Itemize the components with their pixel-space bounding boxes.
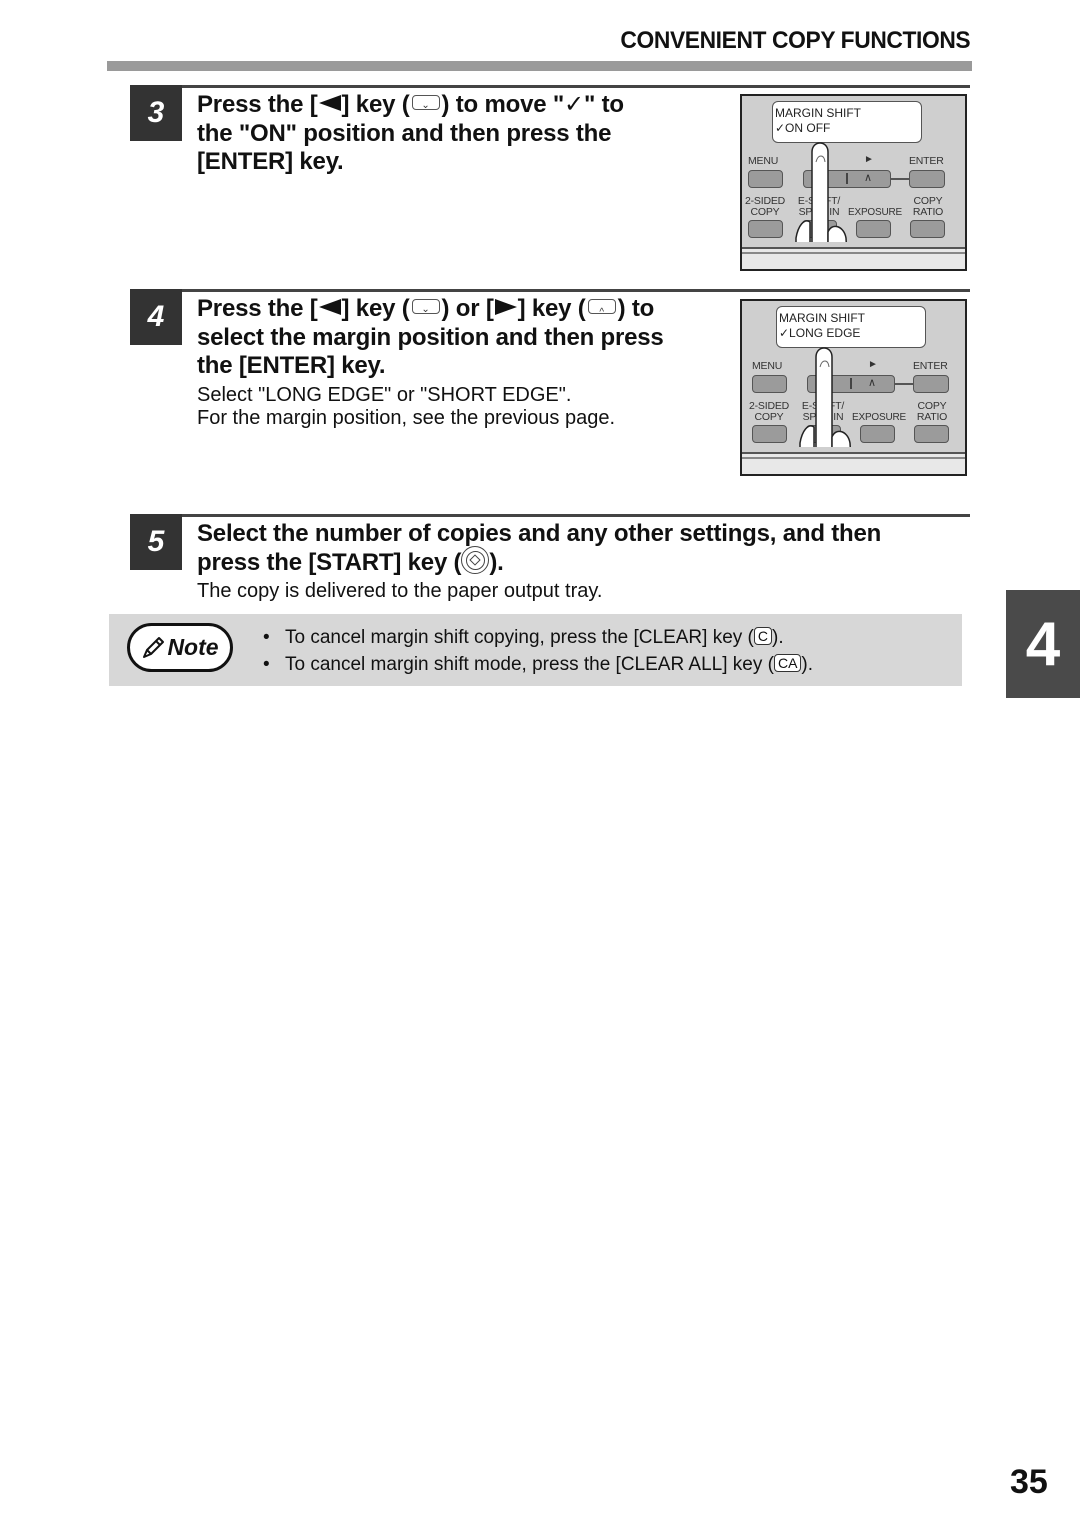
step-description: Select "LONG EDGE" or "SHORT EDGE". For … (197, 384, 616, 429)
two-sided-copy-label: 2-SIDED COPY (748, 400, 790, 423)
clear-all-key-icon: CA (773, 653, 802, 672)
step-heading: Select the number of copies and any othe… (197, 520, 882, 576)
copy-ratio-label: COPY RATIO (916, 400, 948, 423)
section-title: CONVENIENT COPY FUNCTIONS (620, 27, 970, 54)
two-sided-copy-label: 2-SIDED COPY (744, 195, 786, 218)
pencil-icon (143, 636, 165, 658)
step-number: 5 (130, 514, 182, 570)
chapter-tab: 4 (1006, 590, 1080, 698)
copy-ratio-button (910, 220, 945, 238)
menu-label: MENU (752, 360, 783, 372)
page-number: 35 (1010, 1463, 1048, 1501)
down-key-icon: ⌄ (411, 299, 440, 315)
step-number: 3 (130, 85, 182, 141)
menu-button (752, 375, 787, 393)
step-5: 5 Select the number of copies and any ot… (130, 514, 970, 604)
note-item: To cancel margin shift mode, press the [… (263, 651, 813, 678)
step-heading: Press the [] key (⌄) to move "✓" to the … (197, 91, 624, 175)
note-list: To cancel margin shift copying, press th… (263, 624, 813, 678)
right-arrow-key-icon (494, 298, 517, 315)
two-sided-button (748, 220, 783, 238)
pressing-finger-icon (799, 347, 851, 447)
clear-key-icon: C (753, 626, 772, 645)
left-arrow-key-icon (318, 298, 341, 315)
menu-label: MENU (748, 155, 779, 167)
copy-ratio-label: COPY RATIO (912, 195, 944, 218)
operation-panel-illustration: MARGIN SHIFT ✓ON OFF MENU ◄ ► ENTER ∨ ∧ … (740, 94, 967, 271)
enter-button (913, 375, 949, 393)
copy-ratio-button (914, 425, 949, 443)
step-number: 4 (130, 289, 182, 345)
down-key-icon: ⌄ (411, 95, 440, 111)
note-badge: Note (127, 623, 233, 672)
start-key-icon (461, 546, 490, 575)
panel-tray (742, 247, 965, 269)
note-item: To cancel margin shift copying, press th… (263, 624, 813, 651)
step-heading: Press the [] key (⌄) or [] key (^) to se… (197, 295, 664, 379)
menu-button (748, 170, 783, 188)
panel-tray (742, 452, 965, 474)
enter-label: ENTER (909, 155, 944, 167)
step-description: The copy is delivered to the paper outpu… (197, 580, 603, 602)
up-key-icon: ^ (587, 299, 616, 318)
enter-button (909, 170, 945, 188)
header-rule (107, 61, 972, 71)
pressing-finger-icon (795, 142, 847, 242)
checkmark-icon: ✓ (564, 91, 584, 118)
enter-label: ENTER (913, 360, 948, 372)
left-arrow-key-icon (318, 94, 341, 111)
operation-panel-illustration: MARGIN SHIFT ✓LONG EDGE MENU ◄ ► ENTER ∨… (740, 299, 967, 476)
note-box: Note To cancel margin shift copying, pre… (109, 614, 962, 686)
two-sided-button (752, 425, 787, 443)
